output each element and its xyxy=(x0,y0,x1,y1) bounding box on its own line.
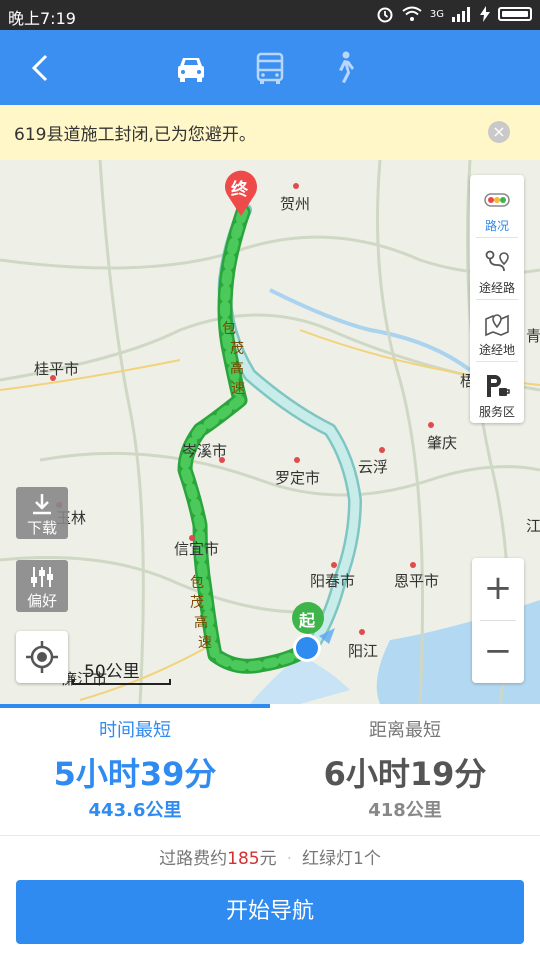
city-label: 肇庆 xyxy=(427,434,458,452)
trip-info: 过路费约185元 · 红绿灯1个 xyxy=(0,844,540,869)
wifi-icon xyxy=(402,6,422,21)
alarm-icon xyxy=(377,7,393,23)
city-label: 信宜市 xyxy=(174,540,220,558)
bus-icon[interactable] xyxy=(250,48,290,88)
sliders-icon xyxy=(31,567,53,587)
download-button[interactable]: 下载 xyxy=(16,487,68,539)
highway-label: 速 xyxy=(231,381,245,397)
highway-label: 包 xyxy=(190,575,204,591)
service-area-icon xyxy=(487,375,510,397)
highway-label: 茂 xyxy=(190,595,204,611)
header-bar xyxy=(0,30,540,105)
end-marker-label: 终 xyxy=(231,180,248,200)
route-notice: 619县道施工封闭,已为您避开。 × xyxy=(0,105,540,160)
waypoint-place-icon xyxy=(485,314,509,337)
city-label: 桂平市 xyxy=(34,360,80,378)
traffic-button[interactable]: 路况 xyxy=(470,175,524,237)
map-view[interactable]: 包 茂 高 速 包 茂 高 速 贺州 桂平市 岑溪市 罗定市 云浮 肇庆 玉林 … xyxy=(0,160,540,704)
traffic-lights-count: 红绿灯1个 xyxy=(302,849,381,869)
city-label: 阳春市 xyxy=(310,572,356,590)
zoom-control: + − xyxy=(472,558,524,683)
preference-button[interactable]: 偏好 xyxy=(16,560,68,612)
city-label: 罗定市 xyxy=(275,469,321,487)
city-label: 岑溪市 xyxy=(182,442,228,460)
car-icon[interactable] xyxy=(171,48,211,88)
highway-label: 高 xyxy=(194,615,208,631)
toll-prefix: 过路费约 xyxy=(159,849,228,869)
toll-amount: 185 xyxy=(227,849,260,869)
route-tag: 距离最短 xyxy=(369,720,441,741)
route-distance: 418公里 xyxy=(368,800,442,821)
route-option-fastest[interactable]: 时间最短 5小时39分 443.6公里 xyxy=(0,704,270,834)
download-icon xyxy=(33,494,51,515)
highway-label: 包 xyxy=(222,321,236,337)
city-label: 阳江 xyxy=(348,642,379,660)
map-scale-bar xyxy=(72,679,171,685)
status-icons: 3G xyxy=(376,5,532,23)
highway-label: 茂 xyxy=(230,341,244,357)
map-canvas xyxy=(0,160,540,704)
city-label: 云浮 xyxy=(358,458,389,476)
start-navigation-button[interactable]: 开始导航 xyxy=(16,880,524,944)
route-duration: 5小时39分 xyxy=(53,755,217,793)
battery-icon xyxy=(498,7,532,21)
current-location-icon xyxy=(293,628,335,662)
close-icon[interactable]: × xyxy=(488,121,510,143)
city-label: 恩平市 xyxy=(394,572,440,590)
waypoint-place-label: 途经地 xyxy=(478,343,515,357)
waypoint-road-button[interactable]: 途经路 xyxy=(470,237,524,299)
route-duration: 6小时19分 xyxy=(323,755,487,793)
city-label: 贺州 xyxy=(280,195,311,213)
map-tools-panel: 路况 途经路 途经地 服务区 xyxy=(470,175,524,423)
charging-icon xyxy=(480,6,490,22)
highway-label: 速 xyxy=(198,635,212,651)
highway-label: 高 xyxy=(230,361,244,377)
preference-label: 偏好 xyxy=(26,592,57,610)
download-label: 下载 xyxy=(26,519,57,537)
zoom-in-button[interactable]: + xyxy=(472,558,524,620)
status-time: 晚上7:19 xyxy=(8,9,76,28)
chevron-left-icon[interactable] xyxy=(22,48,62,88)
divider xyxy=(0,835,540,836)
service-area-label: 服务区 xyxy=(478,405,515,419)
waypoint-road-label: 途经路 xyxy=(478,281,515,295)
city-label: 江 xyxy=(526,517,540,535)
status-bar: 晚上7:19 3G xyxy=(0,0,540,30)
service-area-button[interactable]: 服务区 xyxy=(470,361,524,423)
info-separator: · xyxy=(286,849,293,869)
traffic-icon xyxy=(484,193,510,207)
signal-icon xyxy=(452,6,470,22)
waypoint-place-button[interactable]: 途经地 xyxy=(470,299,524,361)
route-distance: 443.6公里 xyxy=(88,800,182,821)
network-type: 3G xyxy=(429,8,444,20)
traffic-label: 路况 xyxy=(484,219,509,233)
locate-button[interactable] xyxy=(16,631,68,683)
locate-icon xyxy=(26,641,58,673)
route-summary-panel: 时间最短 5小时39分 443.6公里 距离最短 6小时19分 418公里 过路… xyxy=(0,704,540,960)
zoom-out-button[interactable]: − xyxy=(472,621,524,683)
waypoint-road-icon xyxy=(485,250,509,272)
route-tag: 时间最短 xyxy=(99,720,171,741)
walk-icon[interactable] xyxy=(324,48,364,88)
city-label: 青 xyxy=(526,327,540,345)
toll-suffix: 元 xyxy=(259,849,277,869)
notice-text: 619县道施工封闭,已为您避开。 xyxy=(14,125,256,145)
route-option-shortest[interactable]: 距离最短 6小时19分 418公里 xyxy=(270,704,540,834)
